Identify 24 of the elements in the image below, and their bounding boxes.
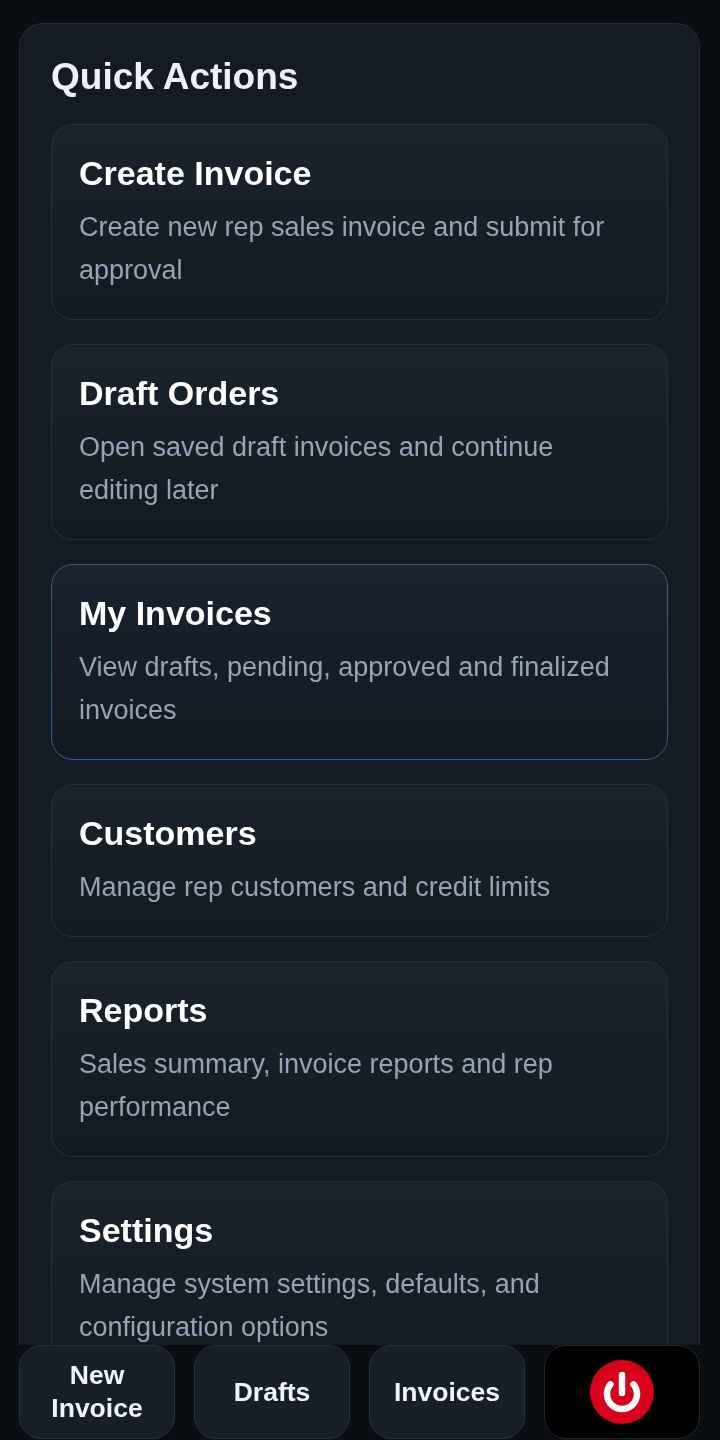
action-card[interactable]: Create Invoice Create new rep sales invoice and submit for approval [51,124,668,320]
card-description: Sales summary, invoice reports and rep performance [79,1048,554,1124]
nav-button[interactable]: Invoices [369,1345,525,1439]
nav-button[interactable]: Drafts [194,1345,350,1439]
card-title: My Invoices [79,593,273,633]
card-title: Reports [79,990,209,1030]
section-title: Quick Actions [51,55,300,99]
card-description: View drafts, pending, approved and finalized invoices [79,651,611,727]
card-title: Settings [79,1210,215,1250]
action-card[interactable]: Draft Orders Open saved draft invoices and continue editing later [51,344,668,540]
card-description: Open saved draft invoices and continue editing later [79,431,555,507]
action-card[interactable]: Settings Manage system settings, defaults, and configuration options [51,1181,668,1345]
action-card[interactable]: My Invoices View drafts, pending, approved and finalized invoices [51,564,668,760]
card-description: Manage rep customers and credit limits [79,871,552,904]
card-description: Manage system settings, defaults, and configuration options [79,1268,541,1344]
action-card[interactable]: Customers Manage rep customers and credit limits [51,784,668,937]
power-button[interactable] [544,1345,700,1439]
card-title: Customers [79,813,258,853]
card-title: Draft Orders [79,373,281,413]
action-card[interactable]: Reports Sales summary, invoice reports and rep performance [51,961,668,1157]
card-title: Create Invoice [79,153,313,193]
nav-button[interactable]: New Invoice [19,1345,175,1439]
card-description: Create new rep sales invoice and submit for approval [79,211,606,287]
power-icon [590,1360,654,1424]
